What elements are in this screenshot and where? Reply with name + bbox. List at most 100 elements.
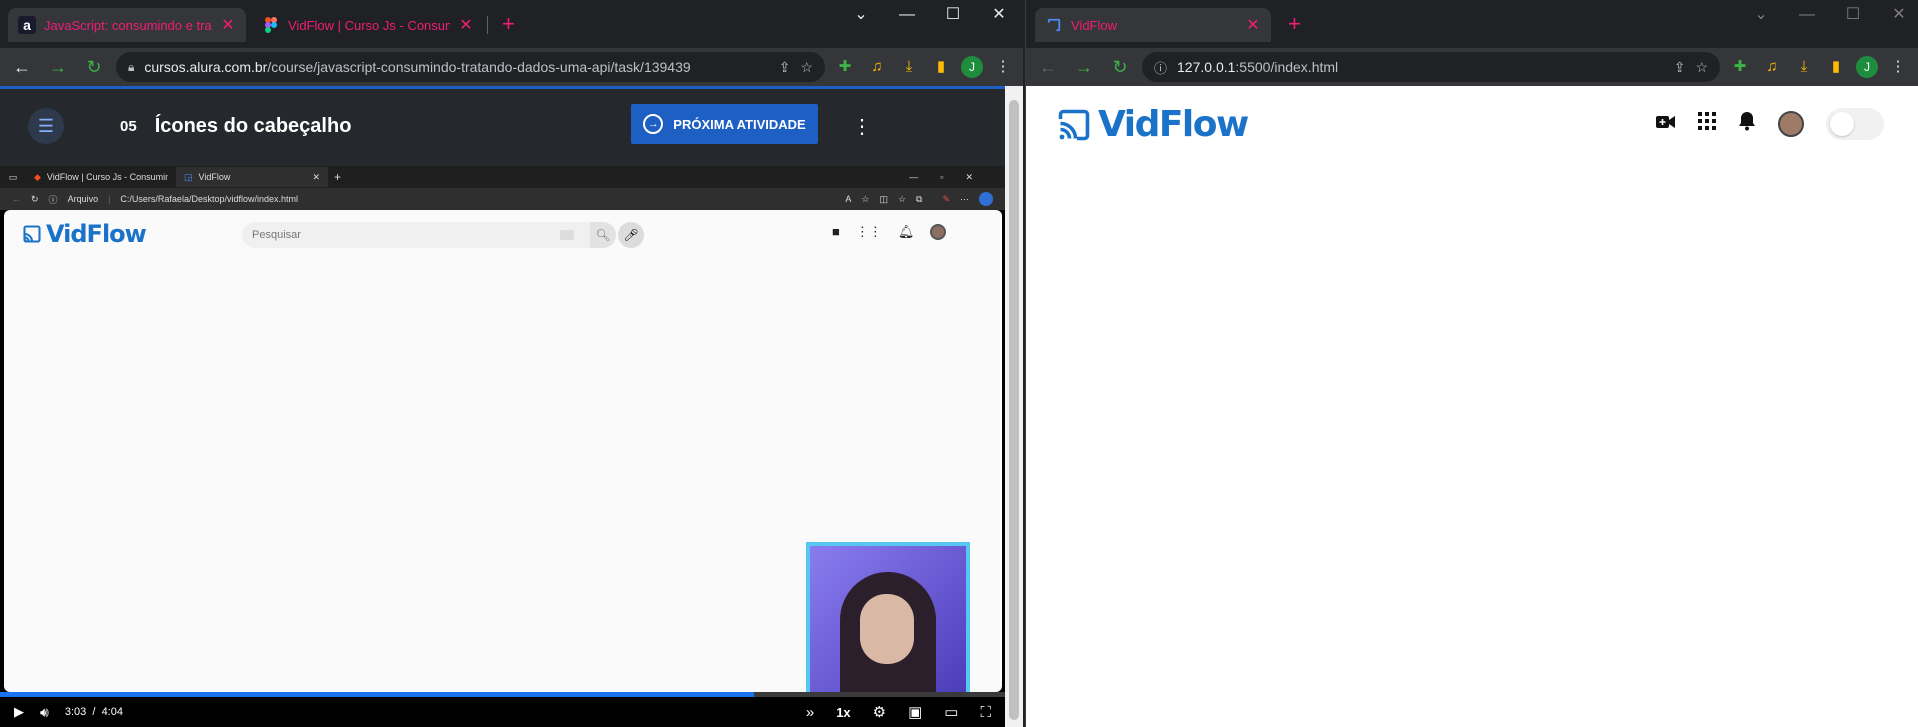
cast-icon: [23, 225, 41, 243]
playback-speed[interactable]: 1x: [836, 705, 850, 720]
share-icon[interactable]: ⇪: [1674, 59, 1686, 76]
minimize-icon[interactable]: —: [1784, 4, 1830, 26]
tab-vidflow-figma[interactable]: VidFlow | Curso Js - Consumindo ✕: [252, 8, 484, 42]
time-separator: /: [92, 706, 96, 718]
video-camera-icon[interactable]: [1656, 113, 1676, 136]
close-tab-icon[interactable]: ✕: [220, 15, 236, 35]
back-icon[interactable]: ←: [1034, 57, 1062, 78]
minimize-icon[interactable]: —: [884, 4, 930, 26]
url-host: 127.0.0.1: [1177, 59, 1236, 75]
chevron-down-icon[interactable]: ⌄: [1738, 4, 1784, 26]
reload-icon[interactable]: ↻: [80, 57, 108, 78]
extension-puzzle-icon[interactable]: ✚: [1728, 55, 1752, 79]
vidflow-logo[interactable]: VidFlow: [1056, 104, 1249, 145]
theater-mode-icon[interactable]: ▭: [944, 703, 958, 721]
video-tab-title: VidFlow | Curso Js - Consumindo: [46, 172, 168, 182]
figma-icon: [262, 16, 280, 34]
apps-grid-icon[interactable]: [1698, 112, 1716, 136]
picture-in-picture-icon[interactable]: ▣: [908, 703, 922, 721]
lesson-title: Ícones do cabeçalho: [154, 114, 352, 137]
window-controls: ⌄ — ☐ ✕: [1738, 4, 1918, 26]
forward-icon[interactable]: →: [1070, 57, 1098, 78]
video-tab-vidflow: ◲ VidFlow ✕: [176, 167, 328, 187]
tab-title: JavaScript: consumindo e tratan: [44, 17, 212, 33]
media-queue-icon[interactable]: ♫: [1760, 55, 1784, 79]
close-window-icon[interactable]: ✕: [1876, 4, 1918, 26]
info-icon: ⓘ: [48, 194, 58, 205]
video-time: 3:03 / 4:04: [65, 706, 123, 718]
extension-puzzle-icon[interactable]: ✚: [833, 55, 857, 79]
theme-toggle[interactable]: [1826, 108, 1884, 140]
address-label: Arquivo: [67, 194, 99, 204]
vidflow-favicon-icon: [1045, 16, 1063, 34]
new-tab-icon: +: [334, 170, 342, 184]
sidepanel-icon[interactable]: ▮: [1824, 55, 1848, 79]
video-controls: ▶ 🔊︎ 3:03 / 4:04 » 1x ⚙ ▣ ▭ ⛶: [0, 697, 1005, 727]
vidflow-favicon-icon: ◲: [184, 171, 193, 182]
bookmark-star-icon[interactable]: ☆: [800, 59, 813, 76]
lesson-video[interactable]: ▭ ◆ VidFlow | Curso Js - Consumindo ◲ Vi…: [0, 166, 1005, 727]
scrollbar-thumb[interactable]: [1009, 100, 1019, 720]
logo-text: VidFlow: [1098, 104, 1249, 145]
close-tab-icon: ✕: [312, 171, 320, 182]
settings-icon[interactable]: ⚙: [873, 703, 886, 721]
close-window-icon[interactable]: ✕: [976, 4, 1022, 26]
tab-title: VidFlow | Curso Js - Consumindo: [288, 17, 450, 33]
figma-icon: ◆: [34, 171, 41, 182]
profile-avatar[interactable]: J: [1856, 56, 1878, 78]
bookmark-star-icon[interactable]: ☆: [1695, 59, 1708, 76]
download-icon[interactable]: ⤓: [1792, 55, 1816, 79]
course-options-icon[interactable]: ⋮: [852, 114, 872, 139]
back-icon[interactable]: ←: [8, 57, 36, 78]
address-bar[interactable]: ⓘ 127.0.0.1:5500/index.html ⇪ ☆: [1142, 52, 1720, 82]
instructor-webcam: [806, 542, 970, 702]
new-tab-icon[interactable]: +: [502, 13, 515, 35]
fullscreen-icon[interactable]: ⛶: [980, 704, 991, 721]
back-icon: ←: [12, 194, 21, 204]
volume-icon[interactable]: 🔊︎: [40, 704, 49, 721]
bell-icon[interactable]: [1738, 111, 1756, 137]
download-icon[interactable]: ⤓: [897, 55, 921, 79]
forward-icon[interactable]: →: [44, 57, 72, 78]
address-bar[interactable]: 🔒︎ cursos.alura.com.br/course/javascript…: [116, 52, 825, 82]
video-camera-icon: ■: [832, 224, 840, 239]
maximize-icon[interactable]: ☐: [1830, 4, 1876, 26]
tab-vidflow[interactable]: VidFlow ✕: [1035, 8, 1271, 42]
url-path: /course/javascript-consumindo-tratando-d…: [267, 59, 691, 75]
video-address-bar: ← ↻ ⓘ Arquivo | C:/Users/Rafaela/Desktop…: [0, 188, 1005, 210]
more-icon: ⋯: [960, 193, 969, 204]
course-menu-icon[interactable]: ☰: [28, 108, 64, 144]
left-toolbar: ← → ↻ 🔒︎ cursos.alura.com.br/course/java…: [0, 48, 1023, 86]
page-scrollbar[interactable]: [1005, 86, 1023, 727]
kebab-menu-icon[interactable]: ⋮: [1886, 55, 1910, 79]
play-icon[interactable]: ▶: [14, 704, 24, 720]
right-tabstrip: VidFlow ✕ + ⌄ — ☐ ✕: [1026, 0, 1918, 48]
media-queue-icon[interactable]: ♫: [865, 55, 889, 79]
video-tab-figma: ◆ VidFlow | Curso Js - Consumindo: [26, 167, 176, 187]
address-path: C:/Users/Rafaela/Desktop/vidflow/index.h…: [120, 194, 298, 204]
video-browser-tabbar: ▭ ◆ VidFlow | Curso Js - Consumindo ◲ Vi…: [0, 166, 1005, 188]
close-tab-icon[interactable]: ✕: [1245, 15, 1261, 35]
chevron-down-icon[interactable]: ⌄: [838, 4, 884, 26]
lock-icon: 🔒︎: [128, 59, 135, 74]
video-vidflow-logo: VidFlow: [22, 220, 147, 248]
logo-text: VidFlow: [46, 220, 147, 248]
tab-divider: [487, 16, 488, 34]
avatar[interactable]: [1778, 111, 1804, 137]
kebab-menu-icon[interactable]: ⋮: [991, 55, 1015, 79]
maximize-icon[interactable]: ☐: [930, 4, 976, 26]
sidepanel-icon[interactable]: ▮: [929, 55, 953, 79]
tab-alura-course[interactable]: a JavaScript: consumindo e tratan ✕: [8, 8, 246, 42]
profile-avatar[interactable]: J: [961, 56, 983, 78]
alura-favicon-icon: a: [18, 16, 36, 34]
duration: 4:04: [101, 706, 123, 718]
toggle-knob: [1830, 112, 1854, 136]
next-activity-button[interactable]: → PRÓXIMA ATIVIDADE: [631, 104, 818, 144]
reload-icon[interactable]: ↻: [1106, 57, 1134, 78]
close-tab-icon[interactable]: ✕: [458, 15, 474, 35]
new-tab-icon[interactable]: +: [1288, 13, 1301, 35]
video-controls-right: » 1x ⚙ ▣ ▭ ⛶: [806, 703, 991, 722]
share-icon[interactable]: ⇪: [779, 59, 791, 76]
skip-forward-icon[interactable]: »: [806, 704, 814, 721]
search-icon: 🔍︎: [590, 222, 616, 248]
